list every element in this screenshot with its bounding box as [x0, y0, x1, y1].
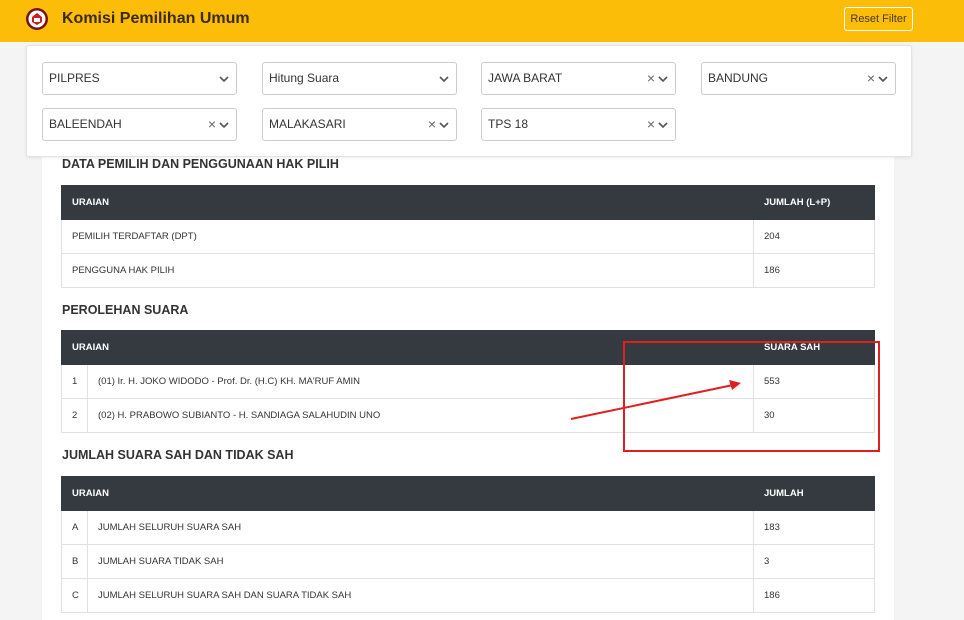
chevron-down-icon[interactable] — [657, 73, 669, 85]
select-value: MALAKASARI — [269, 117, 346, 131]
column-header-uraian: URAIAN — [61, 330, 754, 365]
clear-icon[interactable]: × — [867, 71, 875, 85]
select-value: TPS 18 — [488, 117, 529, 131]
row-index: 2 — [61, 398, 88, 433]
column-header-uraian: URAIAN — [61, 185, 754, 220]
row-index: C — [61, 578, 88, 613]
top-bar: Komisi Pemilihan Umum Reset Filter — [0, 0, 964, 42]
clear-icon[interactable]: × — [647, 71, 655, 85]
row-value: 204 — [753, 219, 875, 254]
column-header-uraian: URAIAN — [61, 476, 754, 511]
row-index: A — [61, 510, 88, 545]
regency-select[interactable]: BANDUNG × — [701, 62, 896, 95]
row-value: 183 — [753, 510, 875, 545]
table-jumlah: URAIAN JUMLAH A JUMLAH SELURUH SUARA SAH… — [61, 476, 875, 613]
row-value: 30 — [753, 398, 875, 433]
row-label: JUMLAH SELURUH SUARA SAH — [87, 510, 754, 545]
column-header-jumlah: JUMLAH — [753, 476, 875, 511]
table-row: A JUMLAH SELURUH SUARA SAH 183 — [61, 510, 875, 545]
clear-icon[interactable]: × — [208, 117, 216, 131]
column-header-suara-sah: SUARA SAH — [753, 330, 875, 365]
table-row: C JUMLAH SELURUH SUARA SAH DAN SUARA TID… — [61, 578, 875, 613]
row-value: 186 — [753, 253, 875, 288]
filter-card: PILPRES Hitung Suara JAWA BARAT × BANDUN… — [26, 45, 912, 157]
chevron-down-icon[interactable] — [438, 73, 450, 85]
table-pemilih: URAIAN JUMLAH (L+P) PEMILIH TERDAFTAR (D… — [61, 185, 875, 288]
chevron-down-icon[interactable] — [218, 73, 230, 85]
table-row: 1 (01) Ir. H. JOKO WIDODO - Prof. Dr. (H… — [61, 364, 875, 399]
select-value: BALEENDAH — [49, 117, 122, 131]
row-value: 553 — [753, 364, 875, 399]
column-header-jumlah: JUMLAH (L+P) — [753, 185, 875, 220]
clear-icon[interactable]: × — [428, 117, 436, 131]
row-index: 1 — [61, 364, 88, 399]
village-select[interactable]: MALAKASARI × — [262, 108, 457, 141]
chevron-down-icon[interactable] — [218, 119, 230, 131]
reset-filter-button[interactable]: Reset Filter — [844, 7, 913, 31]
select-value: Hitung Suara — [269, 71, 340, 85]
chevron-down-icon[interactable] — [438, 119, 450, 131]
chevron-down-icon[interactable] — [657, 119, 669, 131]
select-value: PILPRES — [49, 71, 100, 85]
table-row: 2 (02) H. PRABOWO SUBIANTO - H. SANDIAGA… — [61, 398, 875, 433]
district-select[interactable]: BALEENDAH × — [42, 108, 237, 141]
election-type-select[interactable]: PILPRES — [42, 62, 237, 95]
row-label: (02) H. PRABOWO SUBIANTO - H. SANDIAGA S… — [87, 398, 754, 433]
row-label: JUMLAH SELURUH SUARA SAH DAN SUARA TIDAK… — [87, 578, 754, 613]
row-index: B — [61, 544, 88, 579]
province-select[interactable]: JAWA BARAT × — [481, 62, 676, 95]
select-value: BANDUNG — [708, 71, 769, 85]
section-title-jumlah: JUMLAH SUARA SAH DAN TIDAK SAH — [62, 448, 294, 462]
table-row: PENGGUNA HAK PILIH 186 — [61, 253, 875, 288]
app-title: Komisi Pemilihan Umum — [62, 10, 250, 27]
kpu-logo — [26, 8, 48, 30]
row-label: (01) Ir. H. JOKO WIDODO - Prof. Dr. (H.C… — [87, 364, 754, 399]
table-row: B JUMLAH SUARA TIDAK SAH 3 — [61, 544, 875, 579]
data-type-select[interactable]: Hitung Suara — [262, 62, 457, 95]
row-label: JUMLAH SUARA TIDAK SAH — [87, 544, 754, 579]
select-value: JAWA BARAT — [488, 71, 563, 85]
table-perolehan: URAIAN SUARA SAH 1 (01) Ir. H. JOKO WIDO… — [61, 330, 875, 433]
tps-select[interactable]: TPS 18 × — [481, 108, 676, 141]
section-title-pemilih: DATA PEMILIH DAN PENGGUNAAN HAK PILIH — [62, 157, 339, 171]
row-value: 3 — [753, 544, 875, 579]
row-value: 186 — [753, 578, 875, 613]
section-title-perolehan: PEROLEHAN SUARA — [62, 303, 189, 317]
table-row: PEMILIH TERDAFTAR (DPT) 204 — [61, 219, 875, 254]
row-label: PENGGUNA HAK PILIH — [61, 253, 754, 288]
row-label: PEMILIH TERDAFTAR (DPT) — [61, 219, 754, 254]
chevron-down-icon[interactable] — [877, 73, 889, 85]
clear-icon[interactable]: × — [647, 117, 655, 131]
